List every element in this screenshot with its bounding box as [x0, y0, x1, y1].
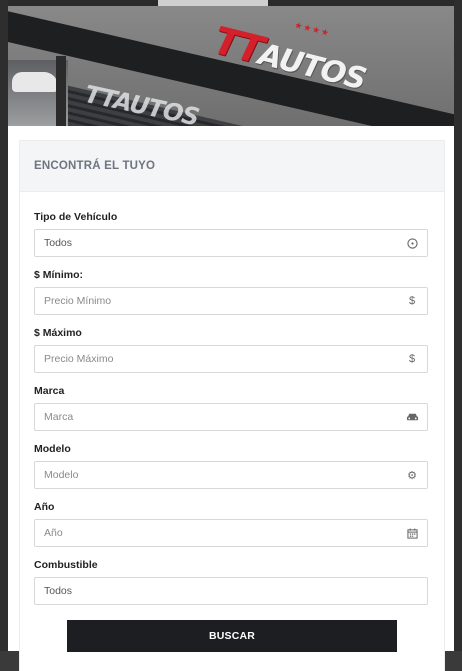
min-price-field[interactable]: $ — [34, 287, 428, 315]
model-field[interactable]: ⚙ — [34, 461, 428, 489]
search-card: ENCONTRÁ EL TUYO Tipo de Vehículo $ Míni… — [19, 140, 445, 671]
brand-label: Marca — [34, 385, 65, 397]
logo-stars: ★★★★ — [293, 19, 332, 39]
fuel-select[interactable] — [34, 577, 428, 605]
right-edge — [454, 0, 462, 651]
form-title: ENCONTRÁ EL TUYO — [34, 160, 156, 172]
search-button[interactable]: BUSCAR — [67, 620, 397, 652]
hero-banner: ★★★★ TTAUTOS TTAUTOS — [8, 0, 454, 126]
min-price-label: $ Mínimo: — [34, 269, 83, 281]
gear-icon: ⚙ — [407, 469, 417, 482]
vehicle-type-select[interactable] — [34, 229, 428, 257]
max-price-input[interactable] — [44, 346, 384, 372]
banner-top-bar — [8, 0, 454, 6]
calendar-icon — [405, 526, 419, 540]
building-pillar — [56, 56, 66, 126]
year-field[interactable] — [34, 519, 428, 547]
model-label: Modelo — [34, 443, 71, 455]
brand-field[interactable] — [34, 403, 428, 431]
dollar-icon: $ — [408, 353, 416, 365]
max-price-field[interactable]: $ — [34, 345, 428, 373]
max-price-label: $ Máximo — [34, 327, 82, 339]
year-label: Año — [34, 501, 55, 513]
card-header: ENCONTRÁ EL TUYO — [20, 141, 444, 192]
min-price-input[interactable] — [44, 288, 384, 314]
dollar-icon: $ — [408, 295, 416, 307]
search-panel: ENCONTRÁ EL TUYO Tipo de Vehículo $ Míni… — [8, 126, 454, 671]
car-image — [12, 72, 58, 92]
vehicle-type-label: Tipo de Vehículo — [34, 211, 118, 223]
car-icon — [405, 410, 419, 424]
brand-input[interactable] — [44, 404, 384, 430]
model-input[interactable] — [44, 462, 384, 488]
fuel-input[interactable] — [44, 578, 384, 604]
clock-icon — [405, 236, 419, 250]
left-edge — [0, 0, 8, 651]
year-input[interactable] — [44, 520, 384, 546]
fuel-label: Combustible — [34, 559, 98, 571]
vehicle-type-input[interactable] — [44, 230, 384, 256]
